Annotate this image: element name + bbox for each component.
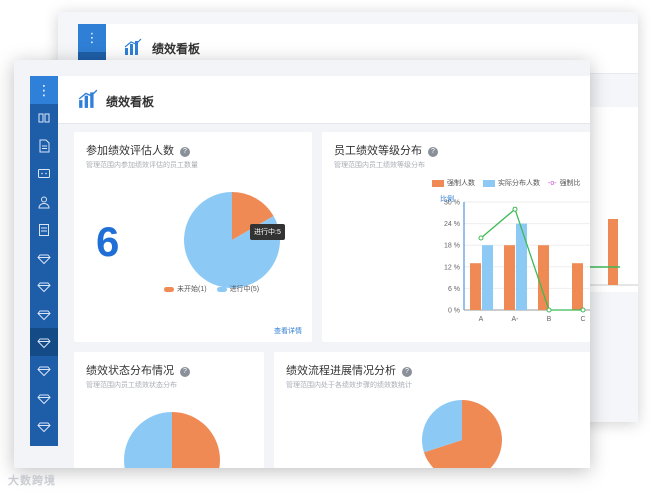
x-tick-label: A-	[512, 316, 520, 323]
dashboard-icon	[124, 38, 142, 55]
sidebar-item-7[interactable]	[30, 272, 58, 300]
sidebar-nav	[30, 104, 58, 440]
help-icon[interactable]: ?	[402, 367, 412, 377]
diamond-icon	[37, 422, 51, 433]
back-page-title: 绩效看板	[152, 42, 201, 56]
user-icon	[38, 196, 50, 209]
pie-slice-B[interactable]	[124, 412, 172, 468]
book-icon	[38, 113, 50, 123]
y-tick-label: 30 %	[444, 200, 460, 207]
sidebar-item-4[interactable]	[30, 188, 58, 216]
bar-强制人数-A-[interactable]	[504, 245, 515, 310]
bar-实际分布人数-A-[interactable]	[516, 223, 527, 310]
bar-legend: 强制人数 实际分布人数 -o- 强制比	[432, 178, 581, 188]
ratio-line[interactable]	[480, 208, 583, 311]
back-chart-fragment	[588, 107, 638, 292]
dashboard-window: ⋮ 绩效看板 参加绩效评估人数? 管理范围内参加绩效评估的员工数量 6 进行中:…	[14, 60, 590, 468]
sidebar-item-10[interactable]	[30, 356, 58, 384]
sidebar-item-11[interactable]	[30, 384, 58, 412]
x-tick-label: B	[547, 316, 552, 323]
panel-subtitle: 管理范围内员工绩效等级分布	[334, 162, 425, 169]
legend-item-in-progress[interactable]: 进行中(5)	[216, 284, 259, 294]
help-icon[interactable]: ?	[180, 367, 190, 377]
x-tick-label: C	[580, 316, 585, 323]
x-tick-label: A	[479, 316, 484, 323]
sidebar-item-6[interactable]	[30, 244, 58, 272]
y-tick-label: 0 %	[448, 308, 460, 315]
panel-subtitle: 管理范围内参加绩效评估的员工数量	[86, 162, 198, 169]
diamond-icon	[37, 394, 51, 405]
watermark-logo: 大数跨境	[8, 475, 56, 487]
participants-panel: 参加绩效评估人数? 管理范围内参加绩效评估的员工数量 6 进行中:5 未开始(1…	[74, 132, 312, 342]
diamond-icon	[37, 366, 51, 377]
grade-distribution-panel: 员工绩效等级分布? 管理范围内员工绩效等级分布 强制人数 实际分布人数 -o- 强…	[322, 132, 590, 342]
process-pie[interactable]	[420, 398, 504, 468]
page-header: 绩效看板	[58, 76, 590, 124]
ratio-point-B[interactable]	[546, 307, 552, 313]
panel-title: 员工绩效等级分布	[334, 145, 422, 157]
legend-item-actual[interactable]: 实际分布人数	[483, 178, 540, 188]
bar-强制人数-C[interactable]	[572, 263, 583, 310]
sidebar-item-8[interactable]	[30, 300, 58, 328]
page-title: 绩效看板	[106, 95, 155, 109]
ratio-point-A-[interactable]	[512, 206, 518, 212]
diamond-icon	[37, 254, 51, 265]
sidebar-item-1[interactable]	[30, 104, 58, 132]
panel-subtitle: 管理范围内员工绩效状态分布	[86, 382, 177, 389]
bar-强制人数-A[interactable]	[470, 263, 481, 310]
status-panel: 绩效状态分布情况? 管理范围内员工绩效状态分布	[74, 352, 264, 468]
sidebar-item-5[interactable]	[30, 216, 58, 244]
back-menu-icon: ⋮	[78, 24, 106, 52]
panel-title: 绩效流程进展情况分析	[286, 365, 396, 377]
diamond-icon	[37, 310, 51, 321]
status-pie[interactable]	[122, 410, 222, 468]
y-tick-label: 24 %	[444, 221, 460, 228]
panel-title: 绩效状态分布情况	[86, 365, 174, 377]
grade-bar-chart[interactable]: 比例0 %6 %12 %18 %24 %30 %A A- B C	[322, 192, 590, 342]
y-tick-label: 18 %	[444, 243, 460, 250]
list-icon	[39, 224, 49, 236]
ratio-point-A[interactable]	[478, 235, 484, 241]
sidebar-item-9[interactable]	[30, 328, 58, 356]
pie-tooltip: 进行中:5	[250, 224, 285, 240]
participant-count: 6	[96, 218, 120, 265]
sidebar: ⋮	[30, 76, 58, 446]
help-icon[interactable]: ?	[428, 147, 438, 157]
sidebar-item-2[interactable]	[30, 132, 58, 160]
panel-title: 参加绩效评估人数	[86, 145, 174, 157]
sidebar-item-12[interactable]	[30, 412, 58, 440]
sidebar-item-3[interactable]	[30, 160, 58, 188]
process-panel: 绩效流程进展情况分析? 管理范围内处于各绩效步骤的绩效数统计	[274, 352, 590, 468]
diamond-icon	[37, 282, 51, 293]
y-tick-label: 6 %	[448, 286, 460, 293]
dashboard-icon	[78, 89, 98, 108]
view-details-link[interactable]: 查看详情	[274, 326, 302, 336]
bar-强制人数-B[interactable]	[538, 245, 549, 310]
pie-legend: 未开始(1) 进行中(5)	[164, 284, 259, 294]
diamond-icon	[37, 338, 51, 349]
legend-item-forced[interactable]: 强制人数	[432, 178, 475, 188]
panel-subtitle: 管理范围内处于各绩效步骤的绩效数统计	[286, 382, 412, 389]
screenshot-stage: ⋮ 绩效看板 ⋮ 绩效看板 参加绩效评估人数 ? 管理范围内参加绩效评估的员工数…	[0, 0, 663, 494]
pie-slice-A[interactable]	[172, 412, 220, 468]
legend-item-ratio[interactable]: -o- 强制比	[548, 178, 581, 188]
help-icon[interactable]: ?	[180, 147, 190, 157]
menu-toggle-icon[interactable]: ⋮	[30, 76, 58, 104]
participants-pie[interactable]	[182, 190, 282, 290]
chat-icon	[38, 169, 50, 178]
ratio-point-C[interactable]	[580, 307, 586, 313]
legend-item-not-started[interactable]: 未开始(1)	[164, 284, 207, 294]
y-tick-label: 12 %	[444, 264, 460, 271]
document-icon	[39, 139, 50, 153]
bar-实际分布人数-A[interactable]	[482, 245, 493, 310]
